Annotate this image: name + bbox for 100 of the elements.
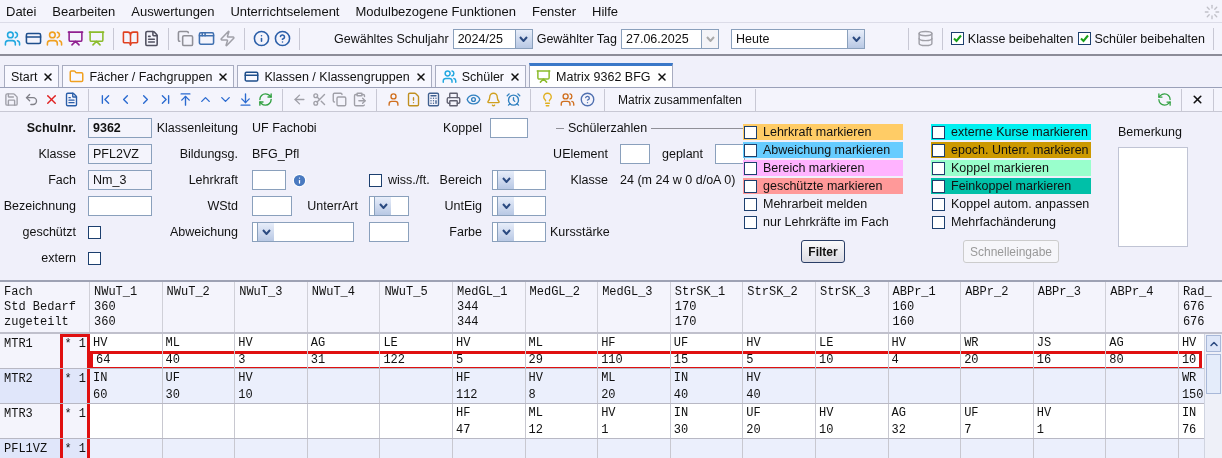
table-cell[interactable]: ML (528, 406, 543, 421)
table-cell[interactable]: ML (165, 336, 180, 351)
column-header[interactable]: MedGL_3 (598, 282, 671, 332)
table-cell[interactable]: JS (1036, 336, 1052, 351)
dropdown[interactable] (492, 196, 546, 216)
tab[interactable]: Klassen / Klassengruppen (237, 65, 432, 87)
text-field[interactable] (252, 170, 286, 190)
stack-icon[interactable] (177, 30, 194, 47)
column-header[interactable]: ABPr_4 (1106, 282, 1179, 332)
table-cell[interactable]: IN (1181, 406, 1197, 421)
remark-field[interactable] (1118, 147, 1188, 247)
table-cell[interactable]: HV (455, 336, 471, 351)
dropdown[interactable] (252, 222, 354, 242)
menu-item[interactable]: Fenster (529, 3, 584, 19)
table-cell[interactable]: UF (746, 406, 761, 421)
column-header[interactable]: ABPr_3 (1033, 282, 1107, 332)
date-field[interactable]: 27.06.2025 (621, 28, 720, 49)
delete-icon[interactable] (44, 92, 59, 107)
alarm-clock-icon[interactable] (506, 92, 521, 107)
table-cell[interactable]: HV (1036, 406, 1052, 421)
close-icon[interactable] (509, 70, 522, 83)
text-field[interactable] (620, 144, 650, 164)
menu-item[interactable]: Datei (4, 3, 45, 19)
class-field[interactable]: PFL2VZ (88, 144, 152, 164)
text-field[interactable] (252, 196, 292, 216)
checkbox[interactable] (88, 225, 101, 239)
row-header[interactable]: PFL1VZ (0, 439, 60, 458)
checkbox[interactable] (932, 125, 945, 139)
text-field[interactable] (490, 118, 528, 138)
table-cell[interactable]: HV (818, 406, 834, 421)
eye-icon[interactable] (466, 92, 481, 107)
checkbox[interactable] (744, 143, 757, 157)
table-cell[interactable]: UF (673, 336, 689, 351)
menu-item[interactable]: Modulbezogene Funktionen (353, 3, 524, 19)
checkbox[interactable] (932, 197, 945, 211)
close-icon[interactable] (42, 70, 55, 83)
table-cell[interactable]: HF (455, 406, 471, 421)
row-header[interactable]: MTR1 (0, 334, 60, 368)
table-cell[interactable]: HV (601, 406, 616, 421)
row-header[interactable]: MTR2 (0, 369, 60, 403)
scrollbar[interactable] (1204, 334, 1222, 458)
help-icon[interactable] (274, 30, 291, 47)
document-icon[interactable] (143, 30, 160, 47)
calculator-icon[interactable] (426, 92, 441, 107)
column-header[interactable]: StrSK_3 (815, 282, 889, 332)
close-icon[interactable] (414, 70, 427, 83)
checkbox[interactable] (932, 179, 945, 193)
checkbox[interactable] (88, 251, 101, 265)
day-preset-dropdown[interactable]: Heute (731, 28, 866, 49)
refresh-icon[interactable] (1157, 92, 1172, 107)
close-icon[interactable] (1191, 93, 1204, 106)
table-cell[interactable]: HV (238, 371, 253, 386)
card-icon[interactable] (25, 30, 42, 47)
checkbox[interactable] (744, 125, 757, 139)
close-icon[interactable] (217, 70, 230, 83)
menu-item[interactable]: Auswertungen (129, 3, 223, 19)
move-bottom-icon[interactable] (238, 92, 253, 107)
checkbox[interactable] (744, 179, 757, 193)
dropdown[interactable] (492, 170, 546, 190)
table-cell[interactable]: UF (964, 406, 979, 421)
dropdown[interactable] (369, 196, 409, 216)
checkbox[interactable] (369, 173, 382, 187)
info-icon[interactable] (253, 30, 270, 47)
table-cell[interactable]: WR (1181, 371, 1197, 386)
column-header[interactable]: NWuT_3 (235, 282, 308, 332)
row-header[interactable]: MTR3 (0, 404, 60, 438)
tab[interactable]: Fächer / Fachgruppen (62, 65, 235, 87)
help-icon[interactable] (580, 92, 595, 107)
checkbox[interactable] (744, 197, 757, 211)
table-cell[interactable]: HF (455, 371, 471, 386)
text-field[interactable] (369, 222, 409, 242)
table-cell[interactable]: IN (673, 406, 689, 421)
move-top-icon[interactable] (178, 92, 193, 107)
table-cell[interactable]: WR (964, 336, 979, 351)
table-cell[interactable]: HV (746, 336, 761, 351)
tab[interactable]: Schüler (434, 65, 527, 87)
column-header[interactable]: MedGL_1 344 344 (452, 282, 526, 332)
board-icon[interactable] (67, 30, 84, 47)
column-header[interactable]: ABPr_2 (961, 282, 1034, 332)
table-cell[interactable]: HV (528, 371, 543, 386)
dropdown[interactable] (492, 222, 546, 242)
table-cell[interactable]: HV (1181, 336, 1197, 351)
subject-field[interactable]: Nm_3 (88, 170, 152, 190)
table-cell[interactable]: AG (310, 336, 326, 351)
undo-icon[interactable] (24, 92, 39, 107)
column-header[interactable]: NWuT_1 360 360 (90, 282, 163, 332)
book-icon[interactable] (122, 30, 139, 47)
school-year-dropdown[interactable]: 2024/25 (452, 28, 533, 49)
refresh-icon[interactable] (258, 92, 273, 107)
menu-item[interactable]: Bearbeiten (50, 3, 124, 19)
table-cell[interactable]: UF (165, 371, 180, 386)
checkbox[interactable] (932, 161, 945, 175)
checkbox[interactable] (932, 215, 945, 229)
column-header[interactable]: NWuT_2 (162, 282, 236, 332)
table-cell[interactable]: IN (673, 371, 689, 386)
checkbox[interactable] (932, 143, 945, 157)
user-icon[interactable] (386, 92, 401, 107)
table-cell[interactable]: HV (93, 336, 108, 351)
table-cell[interactable]: LE (383, 336, 398, 351)
school-number-field[interactable]: 9362 (88, 118, 152, 138)
